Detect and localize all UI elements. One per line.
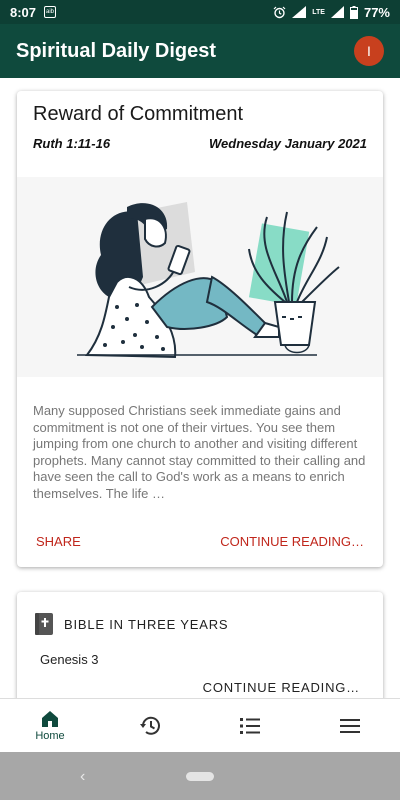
battery-percent: 77% [363, 4, 390, 20]
home-pill-icon[interactable] [186, 772, 214, 781]
continue-reading-button[interactable]: CONTINUE READING… [220, 534, 364, 549]
network-type: LTE [312, 8, 325, 16]
bible-continue-button[interactable]: CONTINUE READING… [203, 680, 360, 695]
nav-list[interactable] [200, 699, 300, 752]
history-icon [140, 716, 160, 735]
devotional-date: Wednesday January 2021 [208, 136, 367, 151]
scripture-reference: Ruth 1:11-16 [33, 136, 111, 151]
status-icons: LTE 77% [273, 5, 390, 20]
share-button[interactable]: SHARE [36, 534, 81, 549]
status-time: 8:07 [10, 4, 37, 20]
bible-icon [35, 613, 53, 635]
devotional-title: Reward of Commitment [33, 103, 244, 125]
battery-icon [349, 5, 358, 19]
profile-avatar[interactable]: I [354, 36, 384, 66]
bible-plan-title: BIBLE IN THREE YEARS [64, 617, 229, 632]
devotional-card[interactable]: Reward of Commitment Ruth 1:11-16 Wednes… [17, 91, 383, 567]
home-icon [42, 710, 58, 727]
app-bar: Spiritual Daily Digest I [0, 24, 400, 78]
bible-card[interactable]: BIBLE IN THREE YEARS Genesis 3 CONTINUE … [17, 592, 383, 698]
alarm-icon [273, 6, 286, 18]
system-navigation-bar: ‹ [0, 752, 400, 800]
notification-icon: aib [44, 6, 57, 18]
nav-menu[interactable] [300, 699, 400, 752]
reading-woman-illustration [17, 177, 383, 377]
app-title: Spiritual Daily Digest [16, 39, 217, 62]
signal-icon [330, 6, 344, 18]
back-icon[interactable]: ‹ [80, 768, 85, 786]
bible-passage: Genesis 3 [40, 652, 99, 667]
status-bar: 8:07 aib LTE 77% [0, 0, 400, 24]
nav-home-label: Home [35, 729, 65, 742]
avatar-letter: I [367, 43, 371, 59]
list-icon [240, 717, 260, 734]
nav-home[interactable]: Home [0, 699, 100, 752]
content-scroll[interactable]: Reward of Commitment Ruth 1:11-16 Wednes… [0, 78, 400, 698]
nav-history[interactable] [100, 699, 200, 752]
bottom-navigation: Home [0, 698, 400, 752]
devotional-excerpt: Many supposed Christians seek immediate … [33, 403, 366, 501]
menu-icon [340, 718, 360, 733]
wifi-icon [292, 6, 307, 18]
